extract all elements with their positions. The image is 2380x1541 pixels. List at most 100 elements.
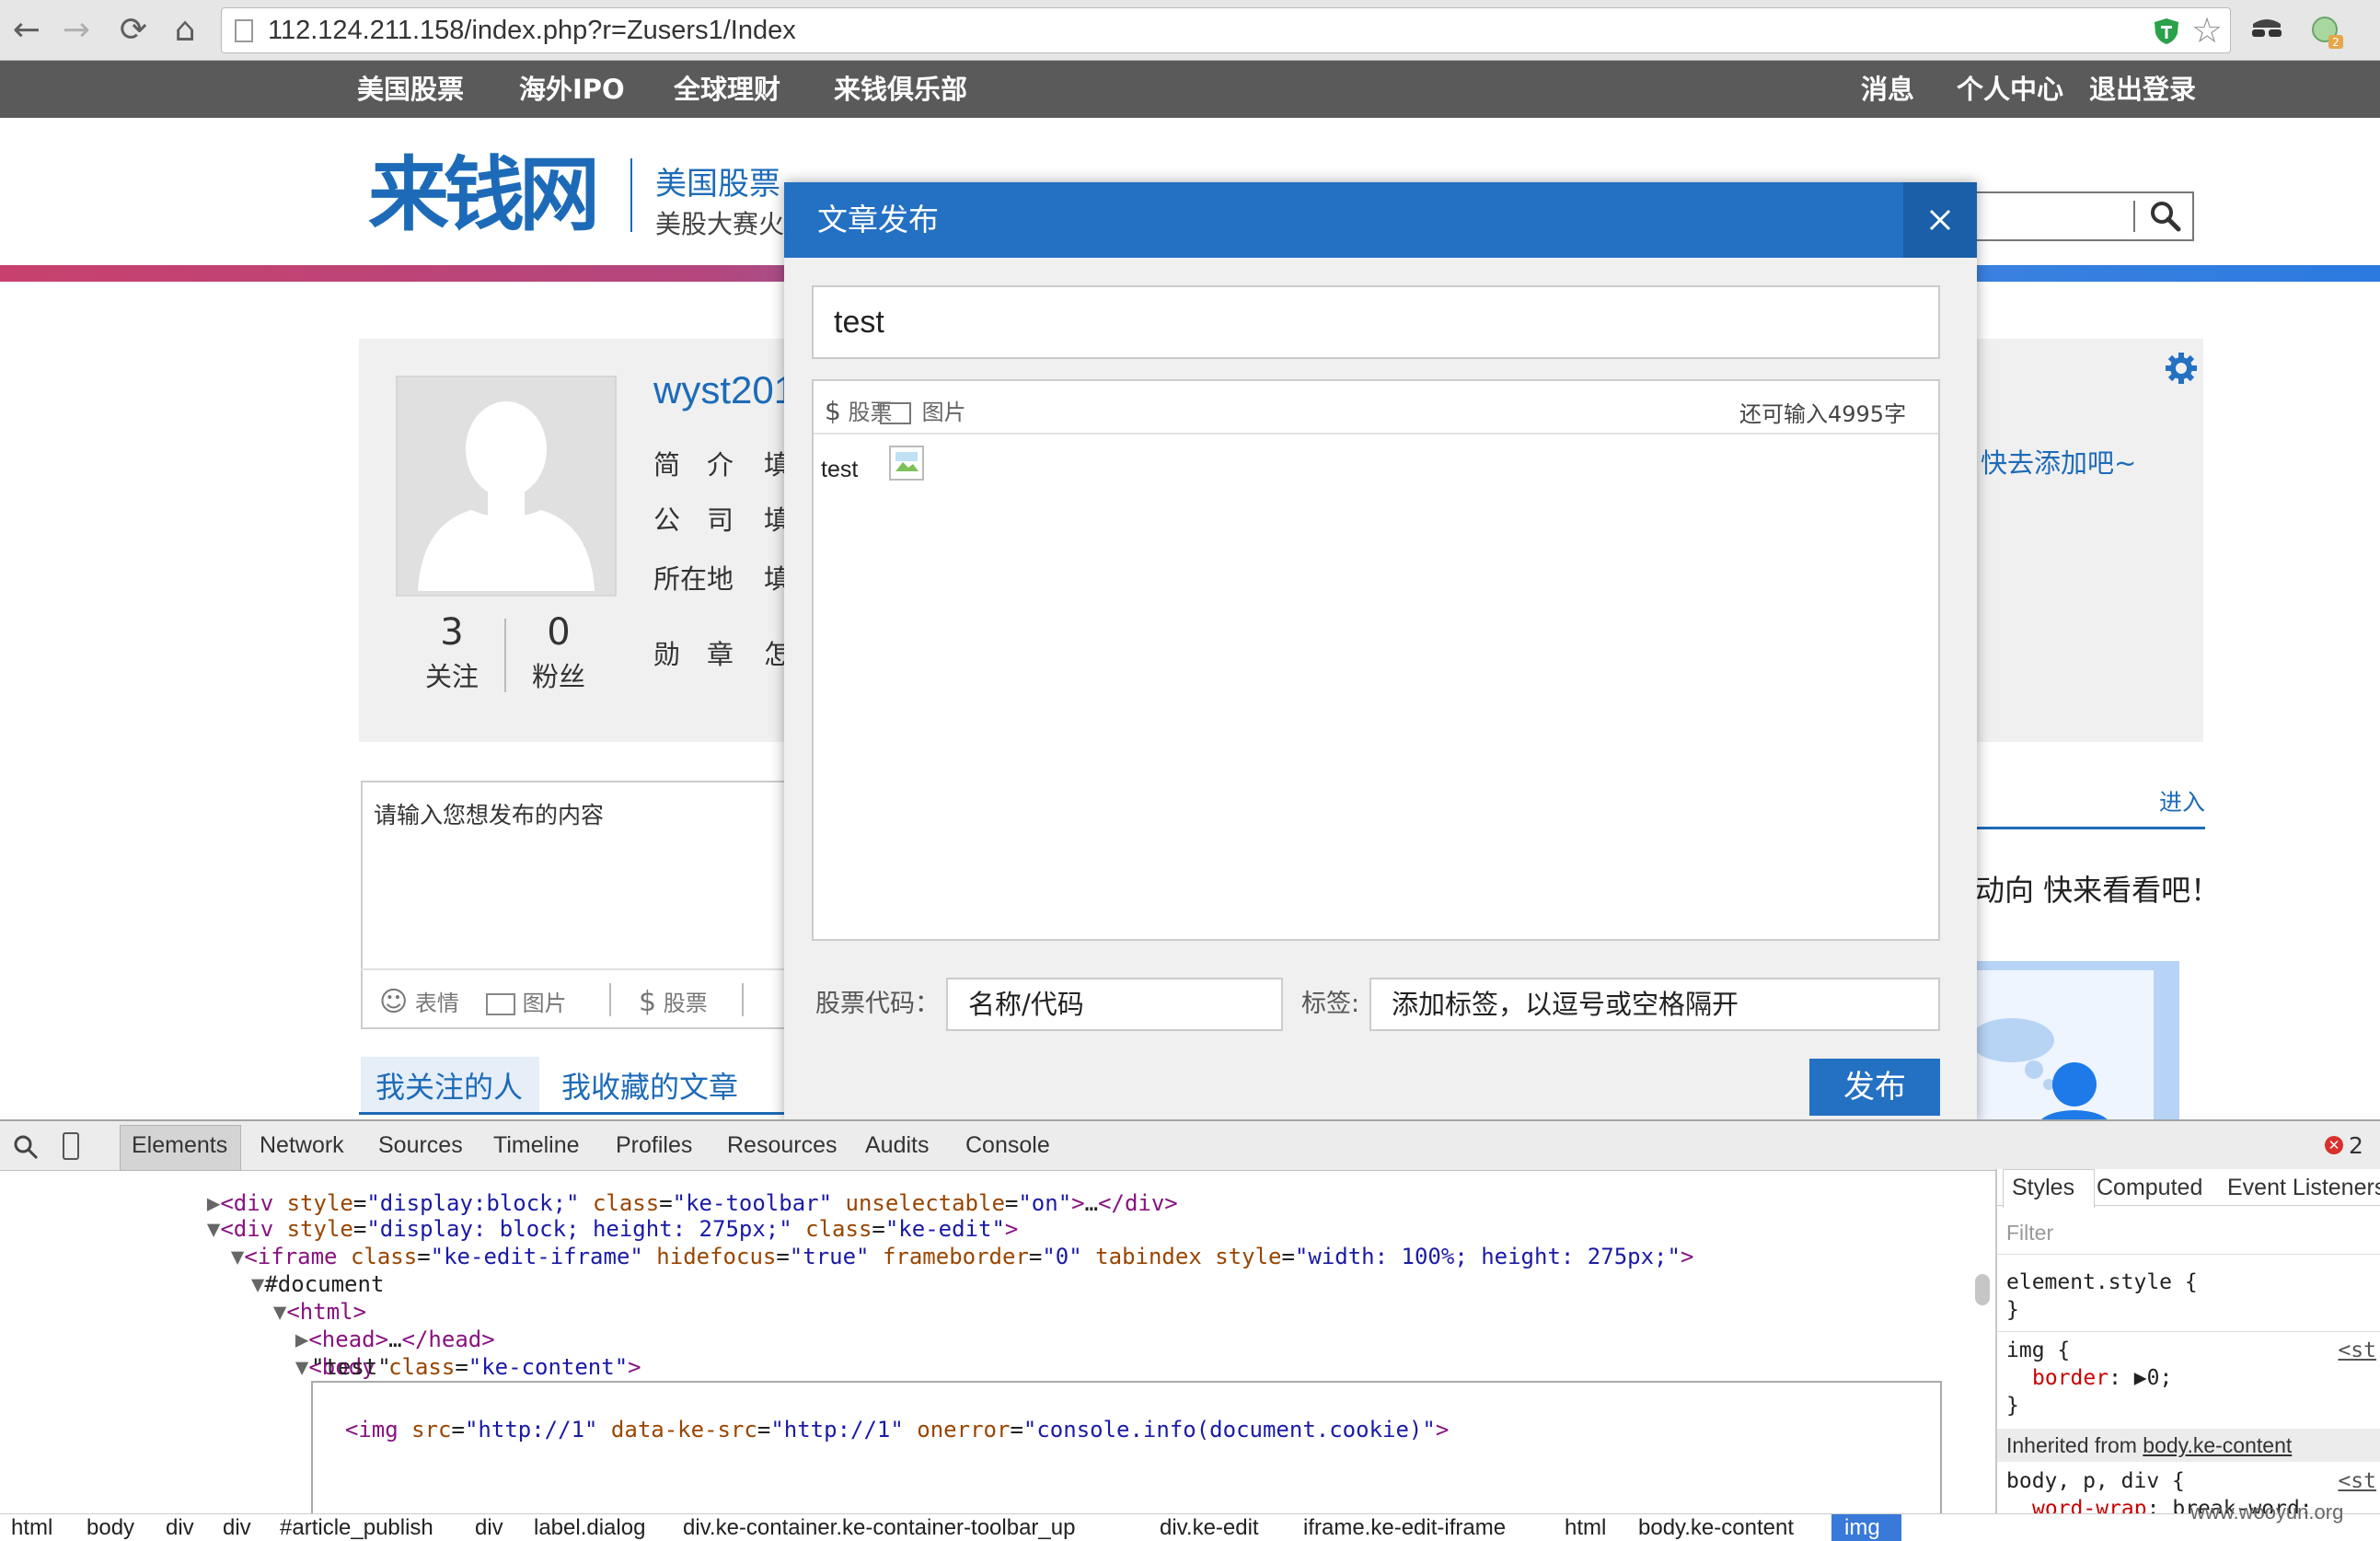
crumb[interactable]: div <box>166 1514 194 1541</box>
styles-divider <box>1997 1331 2380 1332</box>
address-bar[interactable]: 112.124.211.158/index.php?r=Zusers1/Inde… <box>221 7 2231 53</box>
nav-club[interactable]: 来钱俱乐部 <box>834 61 967 118</box>
image-label: 图片 <box>522 991 567 1016</box>
close-button[interactable] <box>1903 182 1977 258</box>
dollar-icon: $ <box>825 396 841 426</box>
enter-link[interactable]: 进入 <box>2159 784 2205 817</box>
code-line-html[interactable]: ▼<html> <box>247 1270 366 1325</box>
tab-event-listeners[interactable]: Event Listeners <box>2227 1169 2380 1206</box>
image-button[interactable]: 图片 <box>486 985 567 1017</box>
rich-text-editor[interactable]: $ 股票 图片 还可输入4995字 test <box>812 379 1940 941</box>
code-line-body[interactable]: ▼<body class="ke-content"> <box>269 1326 641 1380</box>
dialog-header: 文章发布 <box>784 182 1977 258</box>
site-top-nav: 美国股票 海外IPO 全球理财 来钱俱乐部 消息 个人中心 退出登录 <box>0 61 2380 118</box>
tags-input[interactable]: 添加标签，以逗号或空格隔开 <box>1369 978 1940 1031</box>
code-line-edit-div[interactable]: ▼<div style="display: block; height: 275… <box>180 1188 1018 1242</box>
site-logo[interactable]: 来钱网 <box>368 149 600 241</box>
shield-icon[interactable] <box>2153 17 2180 45</box>
home-icon[interactable]: ⌂ <box>164 9 206 52</box>
editor-image-label: 图片 <box>921 400 966 425</box>
stock-code-label: 股票代码： <box>815 990 940 1018</box>
image-icon <box>486 993 515 1015</box>
publish-button[interactable]: 发布 <box>1809 1059 1940 1116</box>
fans-count[interactable]: 0 <box>517 611 600 654</box>
elements-scrollbar[interactable] <box>1975 1274 1990 1305</box>
browser-toolbar: ← → ⟳ ⌂ 112.124.211.158/index.php?r=Zuse… <box>0 0 2380 61</box>
quick-add-link[interactable]: 快去添加吧~ <box>1981 442 2136 481</box>
crumb[interactable]: div.ke-edit <box>1160 1514 1259 1541</box>
img-rule-selector[interactable]: img { <box>2006 1338 2070 1362</box>
crumb[interactable]: body <box>87 1514 134 1541</box>
broken-image-icon[interactable] <box>889 446 924 481</box>
code-line-iframe[interactable]: ▼<iframe class="ke-edit-iframe" hidefocu… <box>204 1215 1694 1269</box>
article-title-input[interactable]: test <box>812 285 1940 359</box>
avatar[interactable] <box>396 376 617 597</box>
emoji-button[interactable]: ☺ 表情 <box>379 985 459 1018</box>
error-icon[interactable]: ✕ <box>2325 1136 2343 1154</box>
forward-icon[interactable]: → <box>55 9 98 52</box>
crumb[interactable]: label.dialog <box>534 1514 645 1541</box>
profile-label-medal: 勋 章 <box>653 639 734 670</box>
news-teaser: 动向 快来看看吧！ <box>1975 873 2221 908</box>
following-label[interactable]: 关注 <box>410 655 493 694</box>
nav-overseas-ipo[interactable]: 海外IPO <box>519 61 625 118</box>
inspect-search-icon[interactable] <box>13 1134 39 1160</box>
crumb-selected[interactable]: img <box>1844 1514 1880 1541</box>
username[interactable]: wyst201 <box>653 368 795 412</box>
reload-icon[interactable]: ⟳ <box>112 9 155 52</box>
crumb[interactable]: body.ke-content <box>1638 1514 1794 1541</box>
crumb[interactable]: html <box>1565 1514 1606 1541</box>
slogan-title: 美国股票 <box>655 166 780 203</box>
inherited-from-link[interactable]: body.ke-content <box>2143 1433 2292 1457</box>
following-count[interactable]: 3 <box>410 611 493 654</box>
img-border-value: ▶0; <box>2133 1366 2173 1390</box>
img-rule-source-link[interactable]: <st <box>2338 1338 2376 1362</box>
body-rule-source-link[interactable]: <st <box>2338 1469 2376 1493</box>
tab-favorite-articles[interactable]: 我收藏的文章 <box>561 1064 738 1107</box>
element-style-rule[interactable]: element.style { <box>2006 1270 2198 1294</box>
search-icon[interactable] <box>2148 199 2183 234</box>
crumb[interactable]: html <box>11 1514 52 1541</box>
nav-messages[interactable]: 消息 <box>1861 61 1914 118</box>
styles-pane: Styles Computed Event Listeners Filter e… <box>1997 1169 2380 1541</box>
crumb[interactable]: iframe.ke-edit-iframe <box>1303 1514 1506 1541</box>
back-icon[interactable]: ← <box>6 9 48 52</box>
editor-content-text[interactable]: test <box>821 457 858 483</box>
nav-global-finance[interactable]: 全球理财 <box>674 61 780 118</box>
nav-logout[interactable]: 退出登录 <box>2089 61 2196 118</box>
fans-label[interactable]: 粉丝 <box>517 655 600 694</box>
crumb[interactable]: #article_publish <box>280 1514 433 1541</box>
body-rule-selector[interactable]: body, p, div { <box>2006 1469 2185 1493</box>
search-divider <box>2133 201 2135 232</box>
img-border-decl[interactable]: border: ▶0; <box>2032 1366 2172 1390</box>
error-count[interactable]: 2 <box>2349 1132 2363 1159</box>
tab-computed[interactable]: Computed <box>2097 1169 2202 1206</box>
editor-image-button[interactable]: 图片 <box>880 394 966 426</box>
code-line-head[interactable]: ▶<head>…</head> <box>269 1298 495 1352</box>
code-line-text-node[interactable]: "test" <box>311 1353 391 1381</box>
crumb[interactable]: div <box>475 1514 503 1541</box>
promo-illustration <box>1970 961 2179 1123</box>
toolbar-sep <box>742 983 744 1016</box>
watermark: www.wooyun.org <box>2190 1500 2344 1524</box>
img-rule-close: } <box>2006 1394 2019 1418</box>
extension-icon[interactable]: 2 <box>2308 13 2345 50</box>
stock-button[interactable]: $ 股票 <box>639 985 708 1018</box>
tab-styles[interactable]: Styles <box>2012 1169 2074 1206</box>
code-line-toolbar-div[interactable]: ▶<div style="display:block;" class="ke-t… <box>180 1162 1178 1216</box>
nav-user-center[interactable]: 个人中心 <box>1957 61 2063 118</box>
crumb[interactable]: div <box>223 1514 251 1541</box>
code-line-img-xss[interactable]: <img src="http://1" data-ke-src="http://… <box>318 1388 1449 1443</box>
nav-us-stocks[interactable]: 美国股票 <box>357 61 464 118</box>
inherited-label: Inherited from <box>2006 1433 2137 1457</box>
url-text[interactable]: 112.124.211.158/index.php?r=Zusers1/Inde… <box>268 8 796 52</box>
device-mode-icon[interactable] <box>63 1132 79 1160</box>
stock-code-input[interactable]: 名称/代码 <box>946 978 1283 1031</box>
crumb[interactable]: div.ke-container.ke-container-toolbar_up <box>683 1514 1075 1541</box>
gear-icon[interactable] <box>2163 350 2200 387</box>
bookmark-star-icon[interactable]: ☆ <box>2191 10 2223 51</box>
code-line-document[interactable]: ▼#document <box>225 1243 385 1297</box>
tab-following[interactable]: 我关注的人 <box>375 1064 523 1107</box>
styles-filter-input[interactable]: Filter <box>2006 1221 2053 1246</box>
incognito-mask-icon[interactable] <box>2249 15 2284 46</box>
